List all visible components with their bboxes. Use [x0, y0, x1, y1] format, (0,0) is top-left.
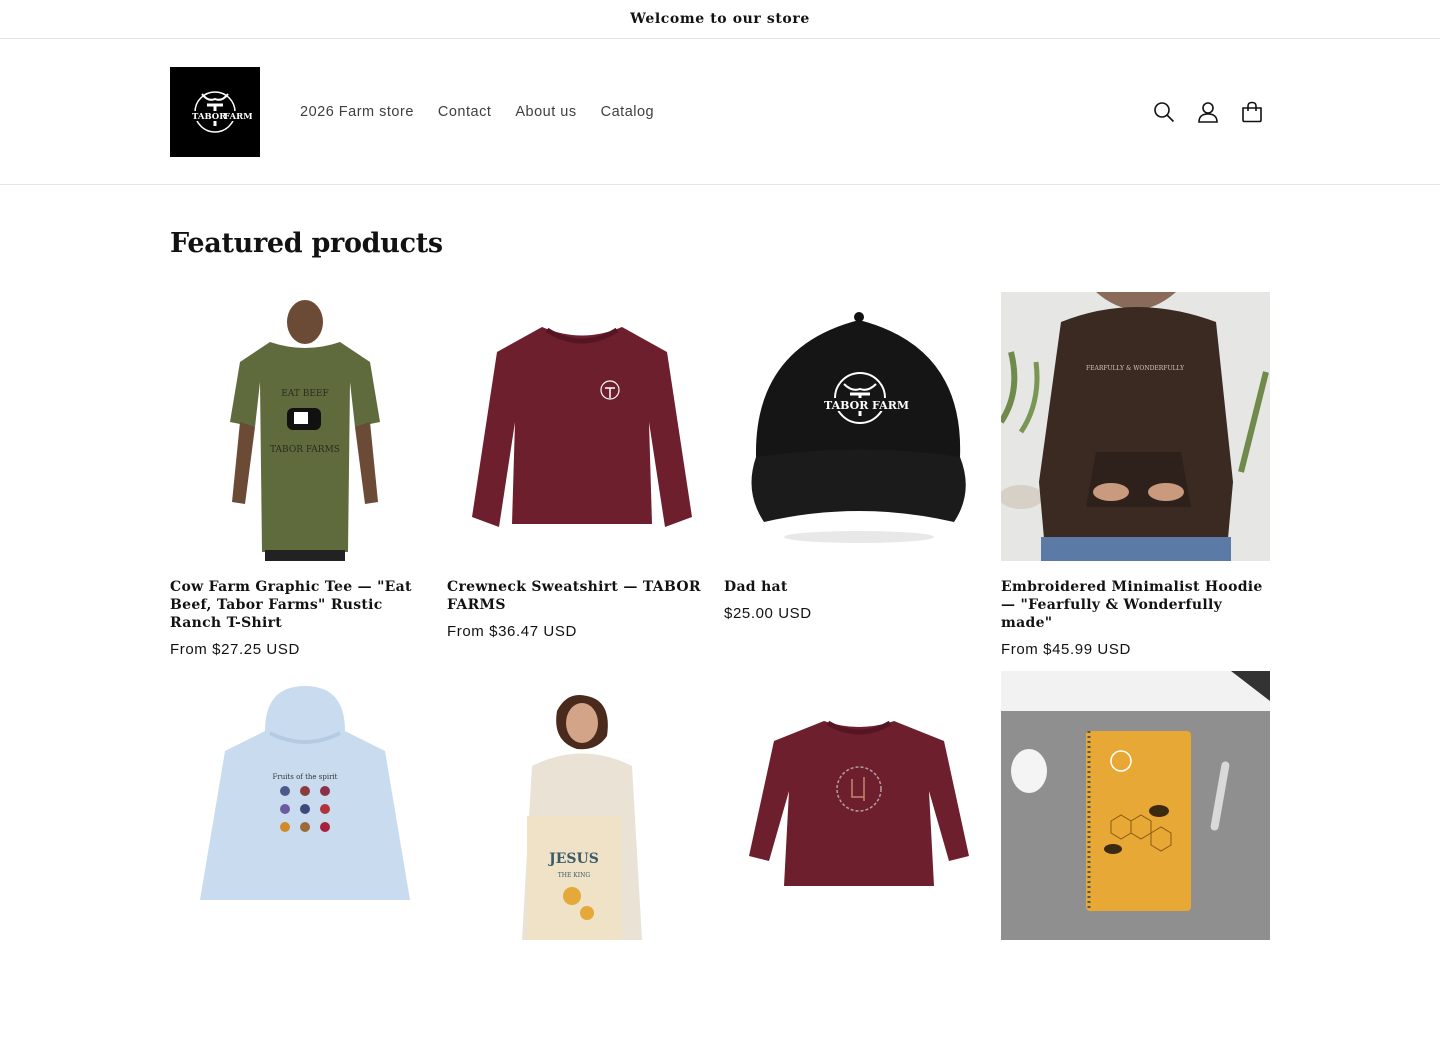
svg-text:FEARFULLY & WONDERFULLY: FEARFULLY & WONDERFULLY	[1086, 365, 1185, 372]
product-image[interactable]: FEARFULLY & WONDERFULLY	[1001, 292, 1270, 561]
cart-button[interactable]	[1230, 90, 1274, 134]
product-image[interactable]: TABOR FARM	[724, 292, 993, 561]
svg-text:FARMS: FARMS	[224, 112, 252, 122]
product-price: $25.00 USD	[724, 605, 812, 622]
header-icons	[1142, 90, 1274, 134]
product-title[interactable]: Dad hat	[724, 578, 993, 596]
nav-link-contact[interactable]: Contact	[426, 104, 503, 120]
svg-text:TABOR FARMS: TABOR FARMS	[270, 445, 340, 455]
product-price: From $36.47 USD	[447, 623, 577, 640]
logo-mark-icon: TABOR FARMS	[178, 91, 252, 133]
section-title: Featured products	[170, 228, 443, 259]
product-card[interactable]: TABOR FARM Dad hat $25.00 USD	[724, 292, 993, 671]
product-image[interactable]: EAT BEEF TABOR FARMS	[170, 292, 439, 561]
product-title[interactable]: Crewneck Sweatshirt — TABOR FARMS	[447, 578, 716, 614]
main-nav: 2026 Farm store Contact About us Catalog	[288, 39, 666, 185]
product-grid: EAT BEEF TABOR FARMS Cow Farm Graphic Te…	[170, 292, 1270, 1050]
announcement-text: Welcome to our store	[630, 11, 810, 27]
product-title[interactable]: Embroidered Minimalist Hoodie — "Fearful…	[1001, 578, 1270, 632]
svg-text:TABOR: TABOR	[824, 399, 869, 412]
site-header: TABOR FARMS 2026 Farm store Contact Abou…	[0, 39, 1440, 185]
account-icon	[1198, 102, 1218, 123]
search-button[interactable]	[1142, 90, 1186, 134]
svg-text:Fruits of the spirit: Fruits of the spirit	[272, 773, 337, 781]
svg-text:THE KING: THE KING	[558, 872, 591, 879]
nav-link-catalog[interactable]: Catalog	[589, 104, 666, 120]
store-logo[interactable]: TABOR FARMS	[170, 67, 260, 157]
product-price: From $27.25 USD	[170, 641, 300, 658]
product-title[interactable]: Cow Farm Graphic Tee — "Eat Beef, Tabor …	[170, 578, 439, 632]
product-card[interactable]: Crewneck Sweatshirt — TABOR FARMS From $…	[447, 292, 716, 671]
product-card[interactable]: JESUS THE KING	[447, 671, 716, 1050]
product-price: From $45.99 USD	[1001, 641, 1131, 658]
product-card[interactable]: Fruits of the spirit	[170, 671, 439, 1050]
product-card[interactable]	[724, 671, 993, 1050]
product-image[interactable]	[447, 292, 716, 561]
svg-text:FARM: FARM	[872, 399, 909, 412]
nav-link-farm-store[interactable]: 2026 Farm store	[288, 104, 426, 120]
product-card[interactable]: EAT BEEF TABOR FARMS Cow Farm Graphic Te…	[170, 292, 439, 671]
nav-link-about-us[interactable]: About us	[503, 104, 588, 120]
svg-text:JESUS: JESUS	[547, 851, 599, 867]
svg-text:EAT BEEF: EAT BEEF	[281, 389, 328, 399]
svg-text:TABOR: TABOR	[192, 112, 227, 122]
search-icon	[1154, 102, 1175, 123]
announcement-bar: Welcome to our store	[0, 0, 1440, 39]
account-button[interactable]	[1186, 90, 1230, 134]
cart-icon	[1242, 101, 1262, 123]
product-card[interactable]	[1001, 671, 1270, 1050]
product-card[interactable]: FEARFULLY & WONDERFULLY Embroidered Mini…	[1001, 292, 1270, 671]
